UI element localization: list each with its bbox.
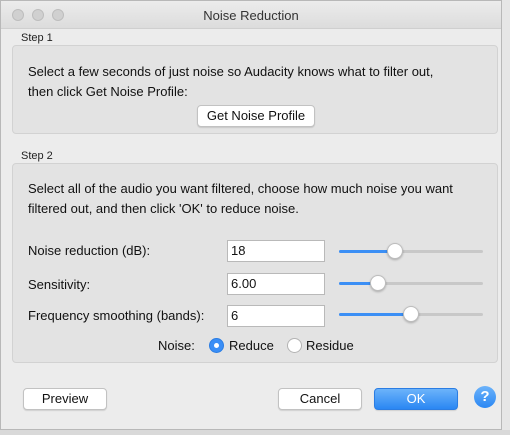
- residue-radio[interactable]: [287, 338, 302, 353]
- residue-radio-label[interactable]: Residue: [306, 338, 354, 353]
- reduce-radio-label[interactable]: Reduce: [229, 338, 274, 353]
- ok-button[interactable]: OK: [374, 388, 458, 410]
- frequency-smoothing-slider-knob[interactable]: [403, 306, 419, 322]
- noise-label: Noise:: [158, 338, 195, 353]
- step2-instructions: Select all of the audio you want filtere…: [28, 179, 453, 219]
- frequency-smoothing-slider[interactable]: [339, 306, 483, 322]
- preview-button[interactable]: Preview: [23, 388, 107, 410]
- noise-reduction-field[interactable]: 18: [227, 240, 325, 262]
- sensitivity-slider-knob[interactable]: [369, 275, 386, 291]
- noise-reduction-dialog: Noise Reduction Step 1 Select a few seco…: [0, 0, 502, 430]
- title-bar: Noise Reduction: [1, 1, 501, 29]
- frequency-smoothing-label: Frequency smoothing (bands):: [28, 308, 205, 323]
- step1-label: Step 1: [21, 32, 53, 44]
- reduce-radio[interactable]: [209, 338, 224, 353]
- noise-reduction-label: Noise reduction (dB):: [28, 243, 151, 258]
- background-strip: [0, 430, 510, 435]
- sensitivity-slider[interactable]: [339, 275, 483, 291]
- cancel-button[interactable]: Cancel: [278, 388, 362, 410]
- noise-reduction-slider-knob[interactable]: [387, 243, 404, 259]
- step2-line2: filtered out, and then click 'OK' to red…: [28, 201, 299, 216]
- step2-line1: Select all of the audio you want filtere…: [28, 181, 453, 196]
- noise-reduction-slider[interactable]: [339, 243, 483, 259]
- sensitivity-label: Sensitivity:: [28, 277, 91, 292]
- step2-label: Step 2: [21, 150, 53, 162]
- step1-instructions: Select a few seconds of just noise so Au…: [28, 62, 433, 102]
- frequency-smoothing-field[interactable]: 6: [227, 305, 325, 327]
- sensitivity-field[interactable]: 6.00: [227, 273, 325, 295]
- dialog-title: Noise Reduction: [203, 8, 299, 23]
- get-noise-profile-button[interactable]: Get Noise Profile: [197, 105, 315, 127]
- step1-line2: then click Get Noise Profile:: [28, 84, 188, 99]
- step1-line1: Select a few seconds of just noise so Au…: [28, 64, 434, 79]
- background-window: [502, 0, 510, 435]
- help-icon[interactable]: ?: [474, 386, 496, 408]
